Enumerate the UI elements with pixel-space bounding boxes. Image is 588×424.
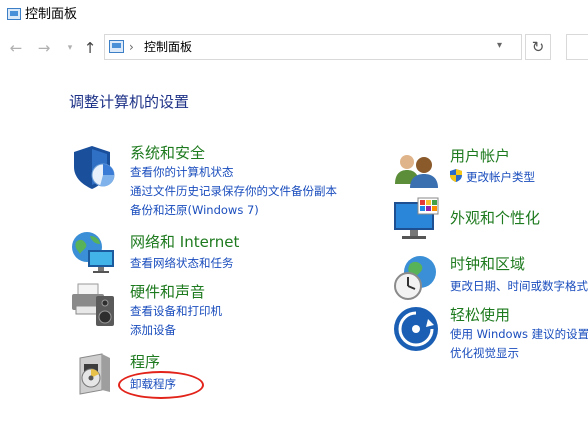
recent-locations-chevron-icon[interactable]: ▾ — [62, 38, 78, 58]
forward-arrow-icon[interactable]: → — [36, 38, 52, 58]
page-title: 调整计算机的设置 — [69, 93, 190, 111]
back-arrow-icon[interactable]: ← — [8, 38, 24, 58]
search-input[interactable] — [566, 34, 588, 60]
link-add-device[interactable]: 添加设备 — [130, 323, 176, 337]
uac-shield-icon — [450, 169, 462, 182]
category-appearance-personalization[interactable]: 外观和个性化 — [450, 209, 540, 227]
ease-of-access-icon[interactable] — [392, 305, 440, 353]
monitor-palette-icon[interactable] — [392, 196, 440, 244]
control-panel-icon — [109, 40, 124, 53]
programs-disc-icon[interactable] — [72, 350, 120, 398]
red-circle-annotation — [118, 371, 204, 399]
breadcrumb-control-panel[interactable]: 控制面板 — [144, 39, 192, 55]
clock-globe-icon[interactable] — [392, 254, 440, 302]
address-dropdown-chevron-icon[interactable]: ▾ — [497, 40, 502, 51]
category-system-security[interactable]: 系统和安全 — [130, 144, 205, 162]
category-hardware-sound[interactable]: 硬件和声音 — [130, 283, 205, 301]
link-backup-restore[interactable]: 备份和还原(Windows 7) — [130, 203, 259, 217]
link-devices-printers[interactable]: 查看设备和打印机 — [130, 304, 222, 318]
category-ease-of-access[interactable]: 轻松使用 — [450, 306, 510, 324]
control-panel-icon — [7, 8, 21, 20]
printer-speaker-icon[interactable] — [70, 280, 118, 328]
link-view-computer-status[interactable]: 查看你的计算机状态 — [130, 165, 234, 179]
address-bar[interactable]: › 控制面板 ▾ — [104, 34, 522, 60]
link-change-account-type[interactable]: 更改帐户类型 — [466, 170, 535, 184]
category-user-accounts[interactable]: 用户帐户 — [450, 147, 510, 165]
link-change-date-time-format[interactable]: 更改日期、时间或数字格式 — [450, 279, 588, 293]
link-windows-recommended-settings[interactable]: 使用 Windows 建议的设置 — [450, 327, 588, 341]
category-network-internet[interactable]: 网络和 Internet — [130, 233, 239, 251]
link-network-status-tasks[interactable]: 查看网络状态和任务 — [130, 256, 234, 270]
breadcrumb-chevron-icon[interactable]: › — [129, 39, 134, 55]
user-accounts-icon[interactable] — [392, 148, 440, 196]
link-file-history-backup[interactable]: 通过文件历史记录保存你的文件备份副本 — [130, 184, 337, 198]
shield-icon[interactable] — [70, 143, 118, 191]
category-programs[interactable]: 程序 — [130, 353, 160, 371]
link-optimize-visual-display[interactable]: 优化视觉显示 — [450, 346, 519, 360]
network-globe-icon[interactable] — [70, 228, 118, 276]
up-arrow-icon[interactable]: ↑ — [82, 38, 98, 58]
category-clock-region[interactable]: 时钟和区域 — [450, 255, 525, 273]
window-title: 控制面板 — [25, 7, 78, 22]
title-bar: 控制面板 — [0, 0, 588, 30]
refresh-button[interactable]: ↻ — [525, 34, 551, 60]
